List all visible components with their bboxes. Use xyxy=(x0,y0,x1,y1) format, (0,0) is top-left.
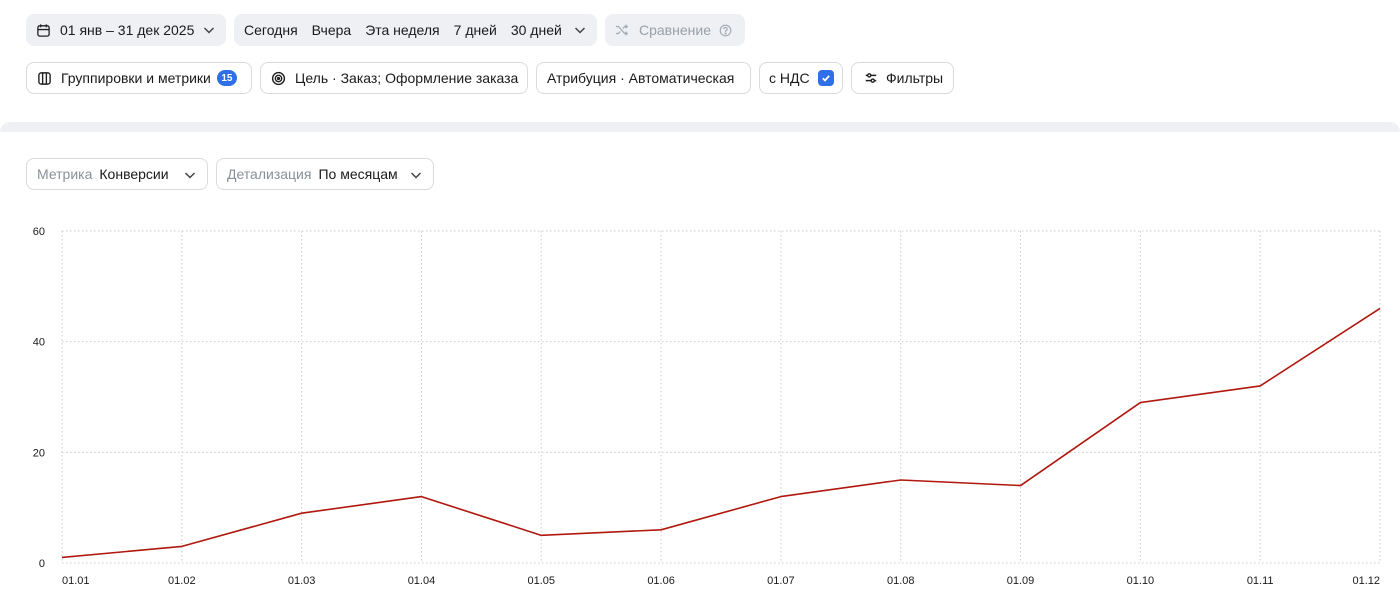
x-tick-label: 01.11 xyxy=(1247,575,1274,587)
x-tick-label: 01.06 xyxy=(647,575,675,587)
data-point[interactable] xyxy=(538,532,544,538)
data-point[interactable] xyxy=(1137,400,1143,406)
data-point[interactable] xyxy=(658,527,664,533)
data-point[interactable] xyxy=(898,477,904,483)
x-axis-ticks: 01.01 01.02 01.03 01.04 01.05 01.06 01.07 01.08… xyxy=(62,575,1380,587)
x-tick-label: 01.03 xyxy=(288,575,316,587)
x-tick-label: 01.10 xyxy=(1127,575,1155,587)
y-tick-label: 0 xyxy=(39,558,45,570)
x-tick-label: 01.12 xyxy=(1352,575,1380,587)
y-tick-label: 40 xyxy=(33,337,45,349)
data-point[interactable] xyxy=(59,554,65,560)
y-axis-ticks: 0 20 40 60 xyxy=(33,226,45,570)
data-point[interactable] xyxy=(1257,383,1263,389)
x-tick-label: 01.07 xyxy=(767,575,795,587)
chart-series xyxy=(59,305,1383,560)
data-point[interactable] xyxy=(1377,305,1383,311)
x-tick-label: 01.01 xyxy=(62,575,90,587)
data-point[interactable] xyxy=(418,494,424,500)
data-point[interactable] xyxy=(778,494,784,500)
series-line[interactable] xyxy=(61,307,1381,559)
x-tick-label: 01.08 xyxy=(887,575,915,587)
x-tick-label: 01.02 xyxy=(168,575,196,587)
y-tick-label: 60 xyxy=(33,226,45,238)
x-tick-label: 01.09 xyxy=(1007,575,1035,587)
conversions-line-chart: 0204060 01.01 01.02 01.03 01.04 01.05 01.06 01… xyxy=(33,226,1383,587)
x-tick-label: 01.05 xyxy=(528,575,556,587)
y-tick-label: 20 xyxy=(33,447,45,459)
data-point[interactable] xyxy=(1018,483,1024,489)
data-point[interactable] xyxy=(299,510,305,516)
data-point[interactable] xyxy=(179,543,185,549)
x-tick-label: 01.04 xyxy=(408,575,436,587)
